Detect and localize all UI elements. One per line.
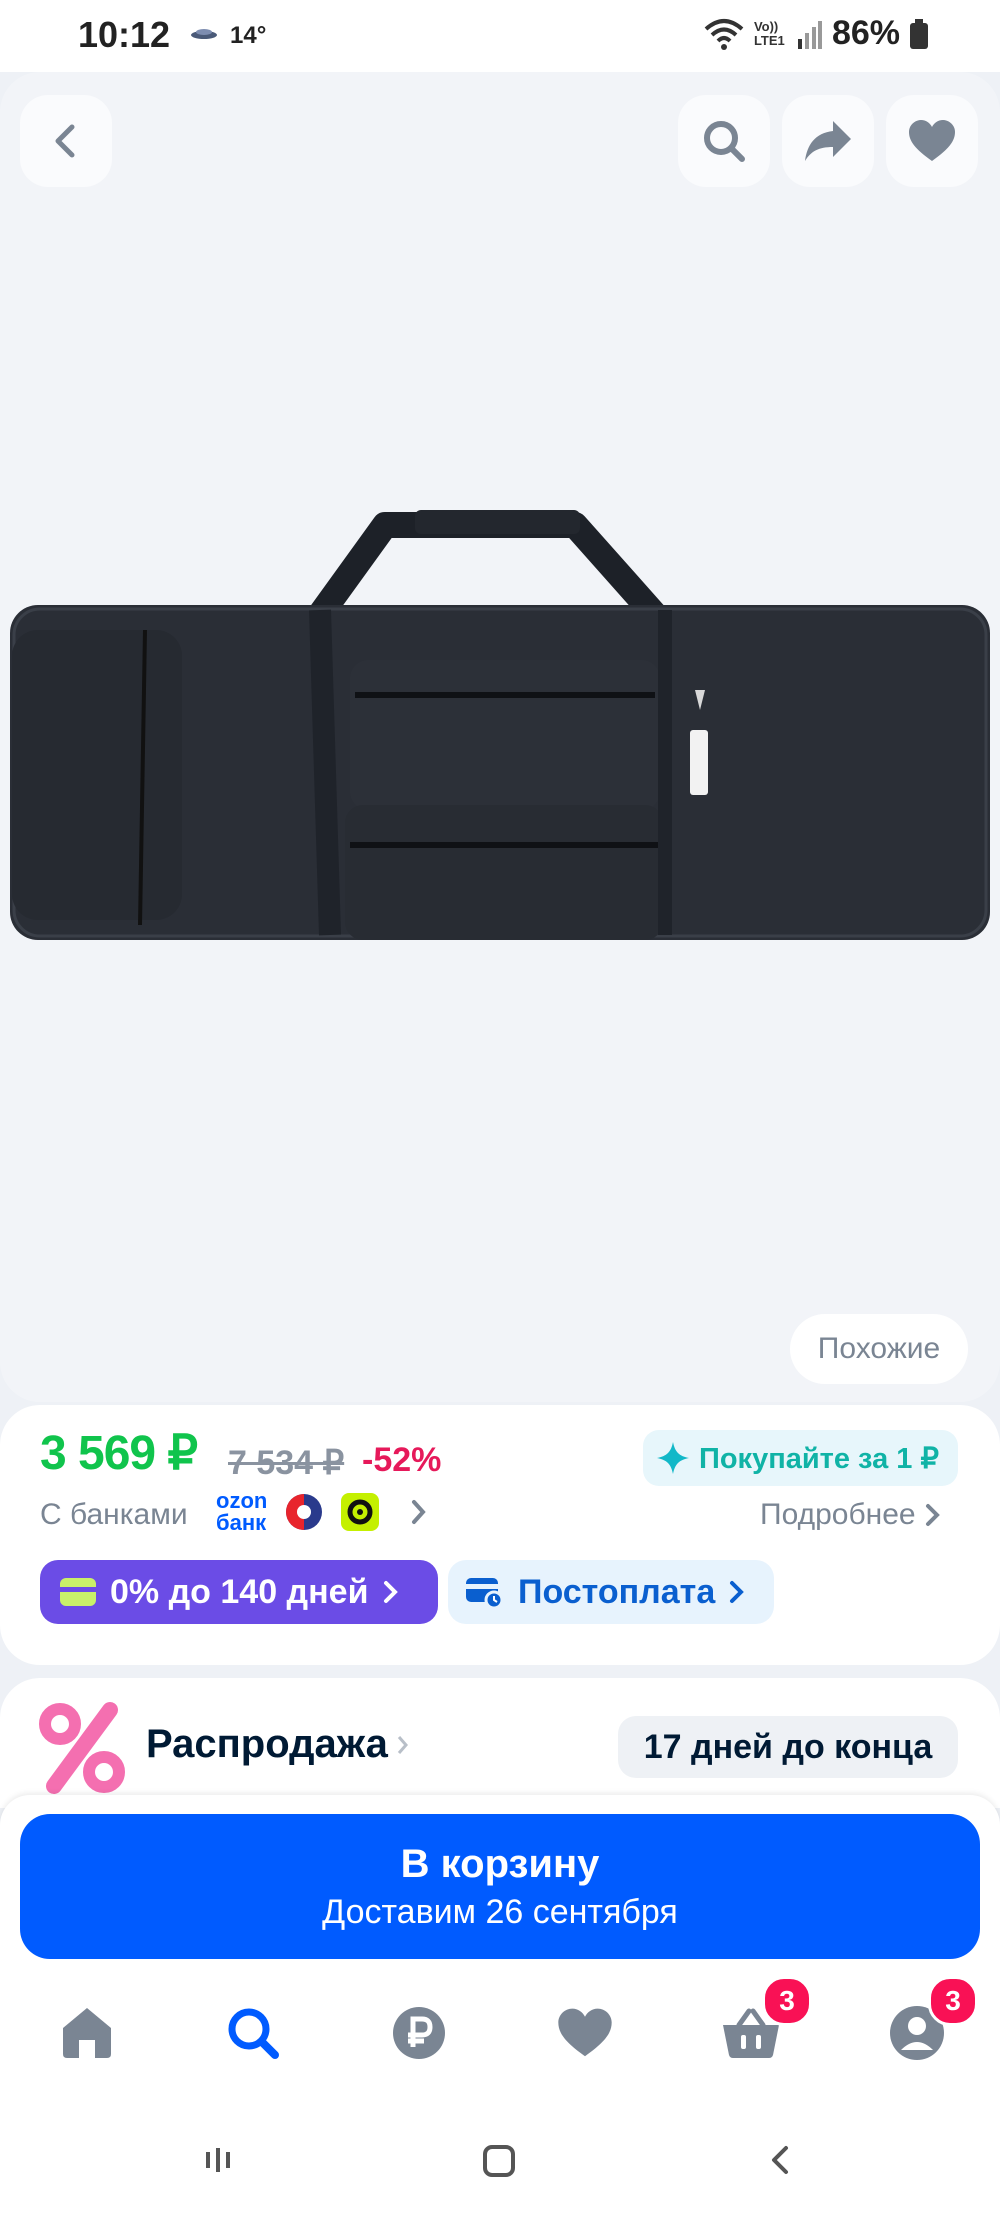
- discount-badge: -52%: [362, 1441, 442, 1479]
- status-time: 10:12: [78, 14, 171, 55]
- search-icon: [228, 2008, 279, 2059]
- status-temperature: 14°: [230, 22, 267, 49]
- ozon-bank-logo: ozon банк: [216, 1488, 268, 1535]
- rouble-icon: [393, 2007, 445, 2059]
- add-to-cart-label: В корзину: [400, 1841, 600, 1886]
- days-left-chip: 17 дней до конца: [618, 1716, 958, 1778]
- bank-logo-red-blue-icon: [286, 1494, 323, 1530]
- cart-badge: 3: [762, 1976, 812, 2026]
- installment-button[interactable]: 0% до 140 дней: [40, 1560, 438, 1624]
- more-details-label: Подробнее: [760, 1498, 916, 1531]
- buy-for-1-label: Покупайте за 1 ₽: [699, 1442, 939, 1475]
- signal-icon: [797, 20, 822, 49]
- product-image-rifle-bag[interactable]: [0, 505, 1000, 975]
- chevron-right-icon: [730, 1581, 745, 1603]
- search-icon: [704, 121, 745, 162]
- weather-icon: [191, 29, 217, 39]
- wifi-icon: [704, 18, 744, 50]
- postpay-card-icon: [466, 1578, 504, 1608]
- sale-title[interactable]: Распродажа: [146, 1722, 410, 1767]
- chevron-right-icon: [925, 1504, 940, 1526]
- postpay-label: Постоплата: [518, 1572, 716, 1611]
- percent-icon: [39, 1702, 125, 1794]
- chevron-left-icon: [55, 124, 75, 158]
- status-indicators: Vo)) LTE1 86%: [704, 14, 928, 53]
- nav-finance[interactable]: [384, 1998, 454, 2068]
- heart-icon: [909, 120, 955, 161]
- battery-icon: [910, 18, 928, 49]
- heart-icon: [558, 2008, 612, 2057]
- chevron-right-icon: [397, 1735, 408, 1754]
- bank-logos[interactable]: ozon банк: [216, 1490, 429, 1534]
- nav-home[interactable]: [52, 1998, 122, 2068]
- buy-for-1-rouble-chip[interactable]: Покупайте за 1 ₽: [643, 1430, 958, 1486]
- current-price: 3 569 ₽: [40, 1427, 198, 1480]
- chevron-right-icon: [412, 1500, 427, 1524]
- home-icon: [63, 2008, 111, 2058]
- delivery-date-label: Доставим 26 сентября: [322, 1892, 678, 1931]
- home-system-icon[interactable]: [480, 2142, 518, 2180]
- more-details-link[interactable]: Подробнее: [760, 1498, 942, 1532]
- favorite-button[interactable]: [886, 95, 978, 187]
- share-button[interactable]: [782, 95, 874, 187]
- old-price: 7 534 ₽: [228, 1444, 345, 1482]
- postpay-button[interactable]: Постоплата: [448, 1560, 774, 1624]
- battery-percent: 86%: [831, 14, 900, 52]
- nav-favorites[interactable]: [550, 1998, 620, 2068]
- profile-badge: 3: [928, 1976, 978, 2026]
- sparkle-icon: [657, 1442, 689, 1474]
- bottom-navigation: [0, 1960, 1000, 2110]
- network-label: Vo)) LTE1: [753, 18, 785, 48]
- similar-button[interactable]: Похожие: [790, 1314, 968, 1384]
- back-system-icon[interactable]: [762, 2142, 798, 2178]
- installment-label: 0% до 140 дней: [110, 1572, 369, 1611]
- share-icon: [805, 121, 851, 161]
- add-to-cart-button[interactable]: В корзину Доставим 26 сентября: [20, 1814, 980, 1959]
- card-icon: [60, 1578, 96, 1606]
- bank-logo-green-icon: [341, 1493, 380, 1531]
- banks-label: С банками: [40, 1498, 188, 1531]
- search-button[interactable]: [678, 95, 770, 187]
- chevron-right-icon: [383, 1581, 398, 1603]
- recent-apps-icon[interactable]: [200, 2142, 236, 2178]
- nav-search[interactable]: [218, 1998, 288, 2068]
- back-button[interactable]: [20, 95, 112, 187]
